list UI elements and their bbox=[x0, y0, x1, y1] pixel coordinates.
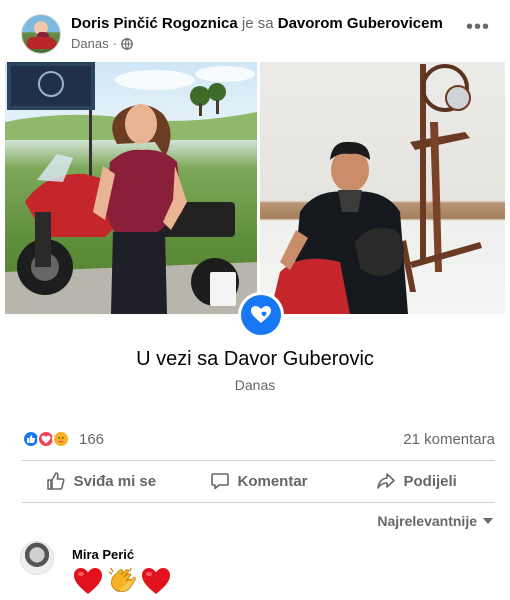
photo-man-sculpture[interactable] bbox=[260, 62, 505, 314]
like-button[interactable]: Sviđa mi se bbox=[22, 461, 180, 501]
post-photos bbox=[5, 62, 505, 314]
life-event-date: Danas bbox=[234, 377, 276, 393]
share-button-label: Podijeli bbox=[403, 472, 457, 490]
post-title-line: Doris Pinčić Rogoznica je sa Davorom Gub… bbox=[71, 15, 443, 33]
tagged-name[interactable]: Davorom Guberovicem bbox=[278, 15, 443, 32]
thumbs-up-icon bbox=[46, 472, 65, 490]
commenter-avatar[interactable] bbox=[20, 541, 54, 575]
photo-woman-motorcycle[interactable] bbox=[5, 62, 257, 314]
clapping-hands-icon bbox=[108, 567, 136, 592]
dot-separator: · bbox=[112, 36, 117, 51]
caret-down-icon bbox=[483, 518, 493, 524]
red-heart-icon bbox=[74, 568, 102, 594]
reactions-summary[interactable]: 166 bbox=[22, 428, 104, 450]
comments-sort-label: Najrelevantnije bbox=[377, 513, 477, 529]
post-meta: Danas · bbox=[71, 36, 133, 51]
post-actions: Sviđa mi se Komentar Podijeli bbox=[22, 461, 495, 501]
comment-icon bbox=[210, 473, 229, 490]
divider-bottom bbox=[22, 502, 495, 503]
comments-sort-dropdown[interactable]: Najrelevantnije bbox=[377, 513, 493, 529]
comment-author[interactable]: Mira Perić bbox=[72, 547, 134, 562]
life-event-title: U vezi sa Davor Guberovic bbox=[136, 348, 374, 370]
heart-icon bbox=[241, 295, 281, 335]
comment-button[interactable]: Komentar bbox=[180, 461, 338, 501]
red-heart-icon-2 bbox=[142, 568, 170, 594]
author-avatar[interactable] bbox=[21, 14, 61, 54]
share-button[interactable]: Podijeli bbox=[337, 461, 495, 501]
share-icon bbox=[376, 473, 395, 489]
comment-content bbox=[72, 566, 172, 596]
globe-icon[interactable] bbox=[121, 37, 133, 50]
like-button-label: Sviđa mi se bbox=[73, 472, 157, 490]
reaction-count[interactable]: 166 bbox=[79, 431, 104, 448]
with-text: je sa bbox=[241, 15, 274, 32]
comment-button-label: Komentar bbox=[237, 472, 308, 490]
post-time[interactable]: Danas bbox=[71, 36, 109, 51]
post-header: Doris Pinčić Rogoznica je sa Davorom Gub… bbox=[0, 0, 510, 62]
care-reaction-icon bbox=[52, 430, 70, 448]
more-options-icon[interactable]: ••• bbox=[466, 17, 489, 40]
author-name[interactable]: Doris Pinčić Rogoznica bbox=[71, 15, 238, 32]
comments-count[interactable]: 21 komentara bbox=[403, 431, 495, 448]
life-event-badge bbox=[238, 292, 284, 338]
